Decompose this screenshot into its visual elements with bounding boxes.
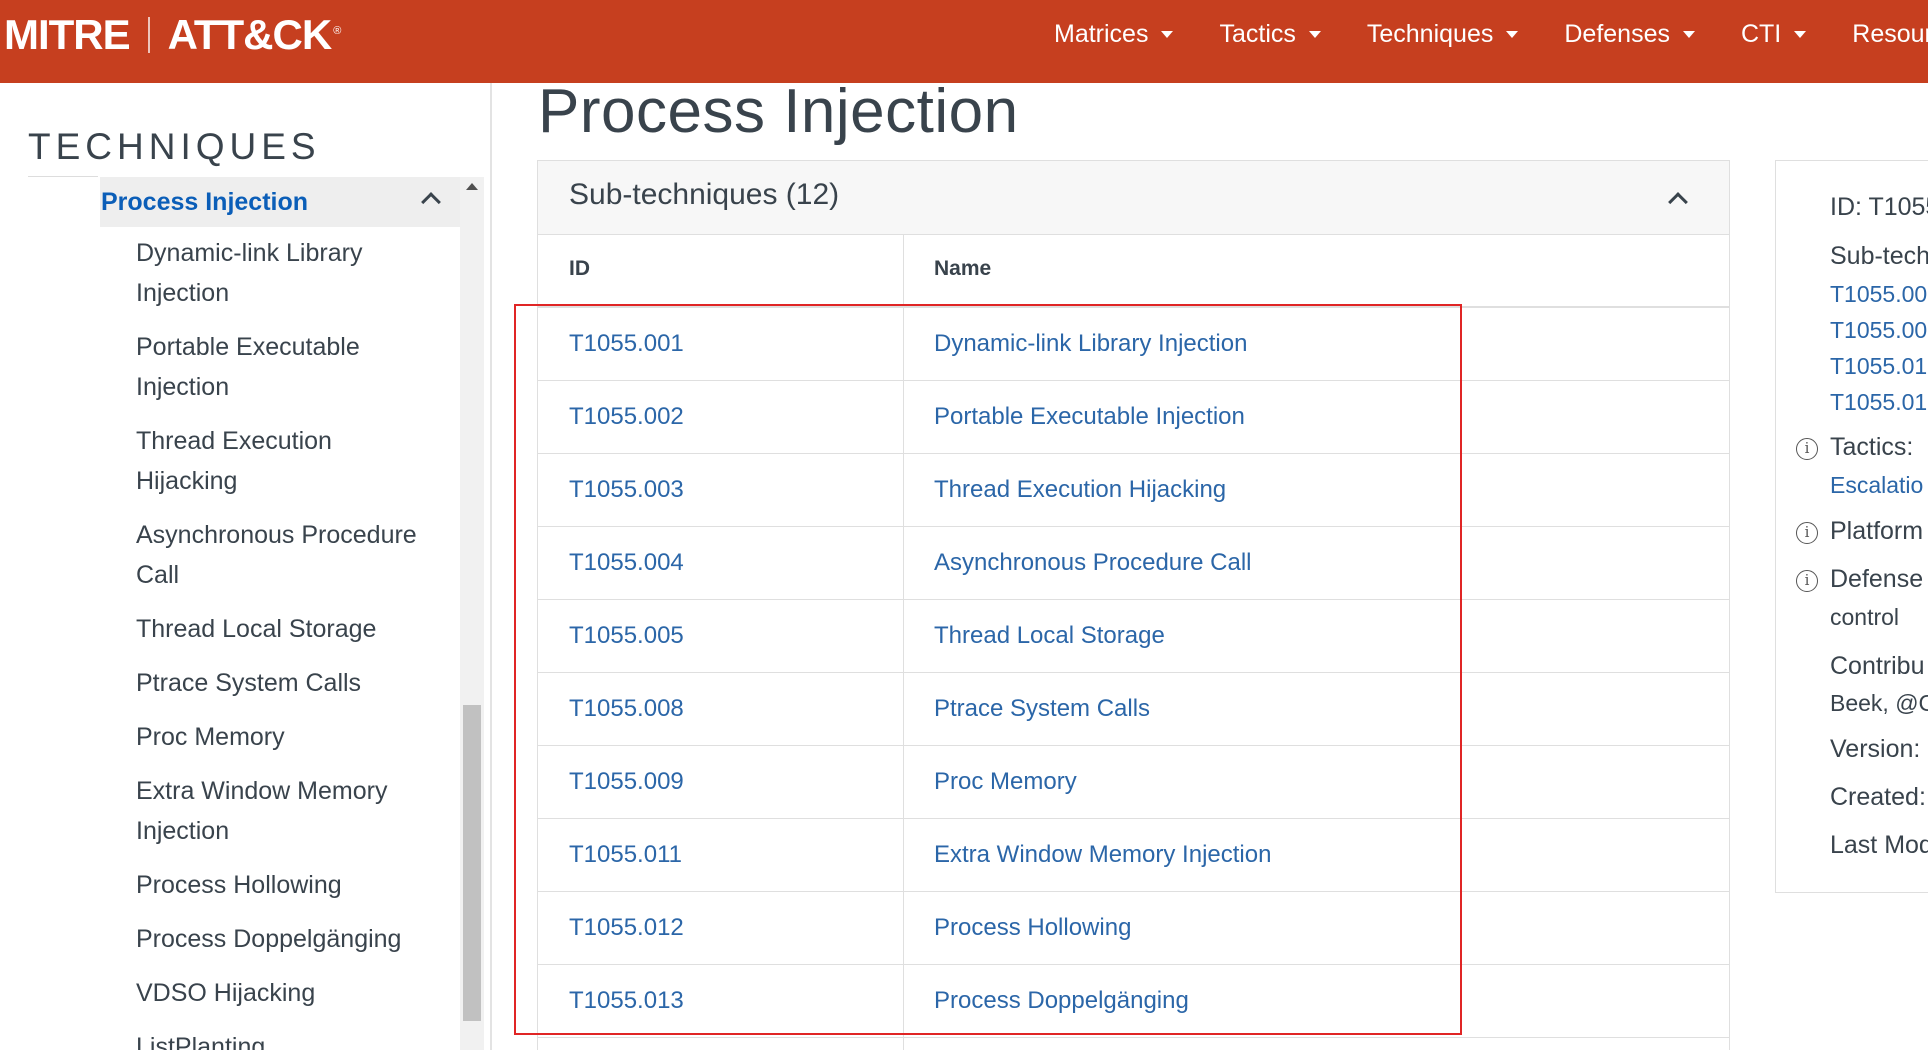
subtechnique-id-link[interactable]: T1055.012 [569, 914, 684, 942]
subtechnique-name-link[interactable]: Process Hollowing [934, 914, 1131, 942]
nav-defenses[interactable]: Defenses [1564, 20, 1695, 49]
sidebar-title: TECHNIQUES [28, 126, 321, 167]
subtechnique-name-link[interactable]: Thread Execution Hijacking [934, 476, 1226, 504]
nav-cti[interactable]: CTI [1741, 20, 1807, 49]
info-tactics-label: Tactics: [1830, 433, 1914, 461]
caret-down-icon [1506, 30, 1519, 38]
subtechnique-name-link[interactable]: Dynamic-link Library Injection [934, 330, 1247, 358]
subtechniques-title: Sub-techniques (12) [569, 178, 840, 211]
table-row: T1055.013 Process Doppelgänging [538, 965, 1729, 1038]
subtechnique-id-link[interactable]: T1055.002 [569, 403, 684, 431]
info-created-label: Created: [1830, 783, 1926, 811]
info-contributors-label: Contribu [1830, 652, 1925, 680]
sidebar-scrollbar[interactable] [460, 177, 484, 1050]
sidebar-item-thread-execution-hijacking[interactable]: Thread Execution Hijacking [136, 421, 466, 501]
table-row: T1055.003 Thread Execution Hijacking [538, 454, 1729, 527]
sidebar-item-process-injection[interactable]: Process Injection [100, 177, 460, 227]
info-contributors-value: Beek, @C [1830, 690, 1928, 716]
info-last-modified-label: Last Mod [1830, 831, 1928, 859]
info-subtechnique-link[interactable]: T1055.00 [1830, 317, 1927, 344]
subtechnique-id-link[interactable]: T1055.005 [569, 622, 684, 650]
caret-down-icon [1161, 30, 1174, 38]
subtechnique-id-link[interactable]: T1055.004 [569, 549, 684, 577]
info-subtechnique-link[interactable]: T1055.00 [1830, 281, 1927, 308]
nav-matrices[interactable]: Matrices [1054, 20, 1174, 49]
table-row: T1055.009 Proc Memory [538, 746, 1729, 819]
sidebar-item-extra-window-memory[interactable]: Extra Window Memory Injection [136, 771, 466, 851]
info-subtechniques-label: Sub-tech [1830, 242, 1928, 270]
sidebar-item-process-doppelganging[interactable]: Process Doppelgänging [136, 919, 466, 959]
brand-divider [147, 17, 150, 53]
table-row: T1055.001 Dynamic-link Library Injection [538, 308, 1729, 381]
sidebar-divider [28, 176, 98, 177]
table-row: T1055.004 Asynchronous Procedure Call [538, 527, 1729, 600]
table-row: T1055.008 Ptrace System Calls [538, 673, 1729, 746]
chevron-up-icon[interactable] [1668, 192, 1688, 212]
subtechnique-name-link[interactable]: Portable Executable Injection [934, 403, 1245, 431]
info-defense-value: control [1830, 604, 1900, 630]
technique-info-card: ID: T1055 Sub-tech T1055.00 T1055.00 T10… [1775, 160, 1928, 893]
table-row: T1055.002 Portable Executable Injection [538, 381, 1729, 454]
info-icon[interactable]: i [1796, 522, 1818, 544]
scrollbar-thumb[interactable] [463, 705, 481, 1021]
column-header-name: Name [934, 257, 992, 280]
sidebar-item-listplanting[interactable]: ListPlanting [136, 1027, 466, 1050]
scroll-up-arrow-icon[interactable] [466, 183, 478, 190]
nav-techniques[interactable]: Techniques [1367, 20, 1519, 49]
caret-down-icon [1682, 30, 1695, 38]
subtechniques-header[interactable]: Sub-techniques (12) [538, 161, 1729, 235]
subtechniques-table-body: T1055.001 Dynamic-link Library Injection … [538, 308, 1729, 1038]
sidebar-border [490, 83, 492, 1050]
sidebar-item-pe-injection[interactable]: Portable Executable Injection [136, 327, 466, 407]
sidebar-item-apc[interactable]: Asynchronous Procedure Call [136, 515, 466, 595]
brand-mitre: MITRE [4, 11, 131, 58]
table-row: T1055.012 Process Hollowing [538, 892, 1729, 965]
info-subtechnique-link[interactable]: T1055.01 [1830, 353, 1927, 380]
info-icon[interactable]: i [1796, 438, 1818, 460]
sidebar-active-label[interactable]: Process Injection [101, 188, 308, 217]
table-row: T1055.011 Extra Window Memory Injection [538, 819, 1729, 892]
info-icon[interactable]: i [1796, 570, 1818, 592]
sidebar-subtechnique-list: Dynamic-link Library Injection Portable E… [136, 233, 466, 1050]
top-navbar: MITRE ATT&CK ® Matrices Tactics Technique… [0, 0, 1928, 83]
sidebar-item-thread-local-storage[interactable]: Thread Local Storage [136, 609, 466, 649]
caret-down-icon [1308, 30, 1321, 38]
nav-tactics[interactable]: Tactics [1219, 20, 1321, 49]
brand-attck: ATT&CK ® [167, 11, 342, 58]
subtechnique-id-link[interactable]: T1055.003 [569, 476, 684, 504]
info-tactic-link[interactable]: Escalatio [1830, 472, 1923, 499]
caret-down-icon [1794, 30, 1807, 38]
info-defense-label: Defense [1830, 565, 1924, 593]
main-nav: Matrices Tactics Techniques Defenses CTI… [1054, 0, 1928, 68]
subtechnique-name-link[interactable]: Process Doppelgänging [934, 987, 1189, 1015]
info-subtechnique-link[interactable]: T1055.01 [1830, 389, 1927, 416]
sidebar-item-vdso-hijacking[interactable]: VDSO Hijacking [136, 973, 466, 1013]
subtechnique-name-link[interactable]: Thread Local Storage [934, 622, 1165, 650]
subtechnique-id-link[interactable]: T1055.008 [569, 695, 684, 723]
info-platforms-label: Platform [1830, 517, 1924, 545]
chevron-up-icon[interactable] [421, 192, 441, 212]
subtechnique-id-link[interactable]: T1055.009 [569, 768, 684, 796]
subtechnique-id-link[interactable]: T1055.001 [569, 330, 684, 358]
column-header-id: ID [569, 257, 590, 280]
subtechnique-name-link[interactable]: Ptrace System Calls [934, 695, 1150, 723]
table-header: ID Name [538, 235, 1729, 308]
sidebar-item-dll-injection[interactable]: Dynamic-link Library Injection [136, 233, 466, 313]
sidebar-item-process-hollowing[interactable]: Process Hollowing [136, 865, 466, 905]
info-id: ID: T1055 [1830, 193, 1928, 221]
subtechnique-id-link[interactable]: T1055.013 [569, 987, 684, 1015]
nav-resources[interactable]: Resour [1852, 20, 1928, 49]
sidebar-item-ptrace-system-calls[interactable]: Ptrace System Calls [136, 663, 466, 703]
techniques-sidebar: TECHNIQUES Process Injection Dynamic-lin… [0, 83, 490, 1050]
subtechniques-card: Sub-techniques (12) ID Name T1055.001 Dyn… [537, 160, 1730, 1050]
subtechnique-id-link[interactable]: T1055.011 [569, 841, 682, 869]
info-version-label: Version: [1830, 735, 1921, 763]
subtechnique-name-link[interactable]: Asynchronous Procedure Call [934, 549, 1252, 577]
sidebar-item-proc-memory[interactable]: Proc Memory [136, 717, 466, 757]
subtechnique-name-link[interactable]: Extra Window Memory Injection [934, 841, 1271, 869]
brand-logo[interactable]: MITRE ATT&CK ® [4, 10, 342, 60]
page-title: Process Injection [538, 77, 1019, 146]
subtechnique-name-link[interactable]: Proc Memory [934, 768, 1077, 796]
table-row: T1055.005 Thread Local Storage [538, 600, 1729, 673]
